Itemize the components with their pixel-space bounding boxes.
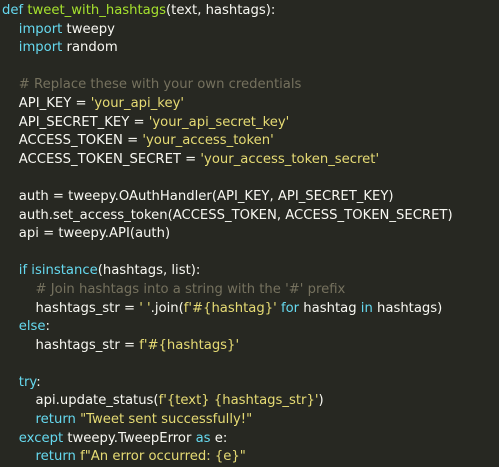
code-editor[interactable]: def tweet_with_hashtags(text, hashtags):… [0,0,499,464]
code-token-op [2,319,19,334]
code-token-op: tweepy.TweepError [63,430,196,446]
code-token-op [2,282,36,297]
code-token-str: f'#{hashtag}' [183,300,277,316]
code-token-kw: in [360,300,373,316]
code-line: # Join hashtags into a string with the '… [0,281,499,300]
code-token-kw: import [18,40,63,56]
code-token-op: auth = tweepy.OAuthHandler(API_KEY, API_… [2,188,394,204]
code-token-op: ACCESS_TOKEN = [2,133,143,149]
code-line: # Replace these with your own credential… [0,76,499,95]
code-token-op: e: [210,430,228,446]
code-token-op: api = tweepy.API(auth) [2,226,171,242]
code-token-kw: try [18,374,37,390]
code-token-op: : [45,319,50,335]
code-token-op: .join( [150,300,184,316]
code-token-fn: tweet_with_hashtags [27,3,167,18]
code-token-op: ) [318,393,324,409]
code-line: api.update_status(f'{text} {hashtags_str… [0,392,499,411]
code-token-op [2,263,19,278]
code-token-op [2,40,19,55]
code-token-op: (text, hashtags): [166,3,276,18]
code-line: hashtags_str = ' '.join(f'#{hashtag}' fo… [0,300,499,319]
code-token-op [2,375,19,390]
code-token-kw: for [280,300,300,316]
code-token-str: f'{text} {hashtags_str}' [158,393,319,409]
code-token-str: f'#{hashtags}' [139,337,240,353]
code-token-str: 'your_access_token' [142,133,274,149]
code-token-op: random [62,40,118,56]
code-line: ACCESS_TOKEN = 'your_access_token' [0,132,499,151]
code-line: import random [0,39,499,58]
code-token-kw: except [18,430,64,446]
code-token-cmt: # Replace these with your own credential… [18,77,302,93]
code-token-op: ACCESS_TOKEN_SECRET = [2,151,201,167]
code-line: return f"An error occurred: {e}" [0,448,499,467]
code-token-str: ' ' [139,300,151,316]
code-token-op: api.update_status( [2,393,159,409]
code-line: auth.set_access_token(ACCESS_TOKEN, ACCE… [0,207,499,226]
code-token-kw: import [18,21,63,37]
code-token-op: auth.set_access_token(ACCESS_TOKEN, ACCE… [2,207,453,223]
code-token-kw: else [18,319,46,335]
code-line: API_KEY = 'your_api_key' [0,95,499,114]
code-token-op [2,449,36,464]
code-token-op: hashtag [299,300,361,316]
code-token-str: f"An error occurred: {e}" [80,449,246,465]
code-line: return "Tweet sent successfully!" [0,411,499,430]
code-token-op: hashtags_str = [2,300,140,316]
code-line: def tweet_with_hashtags(text, hashtags): [0,0,499,21]
code-token-op: API_SECRET_KEY = [2,114,149,130]
code-token-kw: def [2,3,28,18]
code-line: ACCESS_TOKEN_SECRET = 'your_access_token… [0,151,499,170]
code-token-cmt: # Join hashtags into a string with the '… [35,281,346,297]
code-line: API_SECRET_KEY = 'your_api_secret_key' [0,114,499,133]
code-token-op [2,77,19,92]
code-line: try: [0,374,499,393]
code-token-op [2,431,19,446]
code-token-op: (hashtags, list): [97,263,201,279]
code-token-str: 'your_api_key' [90,95,184,111]
code-line: if isinstance(hashtags, list): [0,262,499,281]
code-token-kw: as [195,430,211,446]
code-token-str: 'your_access_token_secret' [200,151,380,167]
code-token-op [2,22,19,37]
code-token-op: hashtags_str = [2,337,140,353]
code-token-op: API_KEY = [2,95,91,111]
code-line: else: [0,318,499,337]
code-line: hashtags_str = f'#{hashtags}' [0,337,499,356]
code-token-kw: if [18,263,28,279]
code-token-op: hashtags) [372,300,443,316]
code-token-op: tweepy [62,21,115,37]
code-line: api = tweepy.API(auth) [0,225,499,244]
code-line: import tweepy [0,21,499,40]
code-token-op: : [36,374,41,390]
code-line: except tweepy.TweepError as e: [0,430,499,449]
code-line: auth = tweepy.OAuthHandler(API_KEY, API_… [0,188,499,207]
code-token-kw: return [35,449,76,465]
code-token-kw: isinstance [31,263,98,279]
code-token-str: 'your_api_secret_key' [148,114,290,130]
